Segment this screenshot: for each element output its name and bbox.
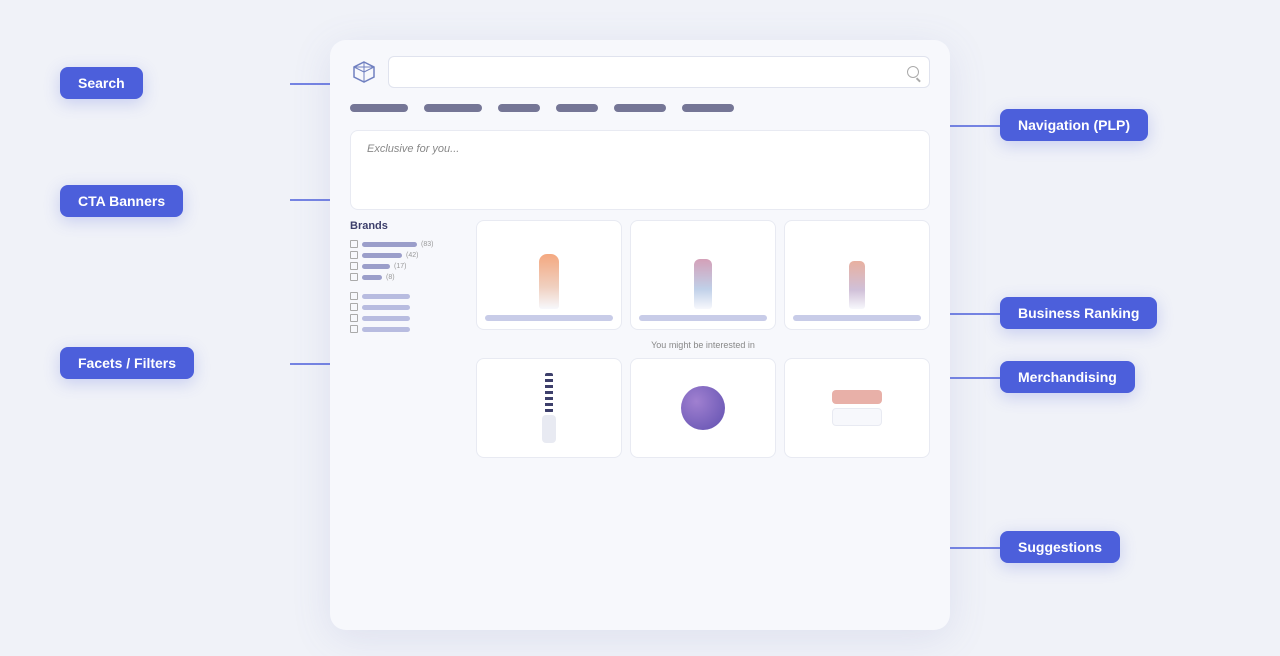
merchandising-badge: Merchandising [1000, 361, 1135, 393]
palette-shape [832, 390, 882, 426]
suggestions-label: You might be interested in [476, 340, 930, 350]
filter-count-4: (8) [386, 274, 395, 281]
suggestion-card-3[interactable] [784, 358, 930, 458]
product-card-1[interactable] [476, 220, 622, 330]
brands-title: Brands [350, 220, 460, 232]
filter-checkbox-4[interactable] [350, 273, 358, 281]
filter-checkbox-1[interactable] [350, 240, 358, 248]
filter-divider [350, 284, 460, 292]
content-area: Brands (83) (42) (17) [330, 220, 950, 458]
cube-icon [350, 58, 378, 86]
filter-bar-8 [362, 327, 410, 332]
filter-bar-5 [362, 294, 410, 299]
cta-banner: Exclusive for you... [350, 130, 930, 210]
circle-product-shape [681, 386, 725, 430]
filter-item-7[interactable] [350, 314, 460, 322]
search-loupe-icon [907, 66, 919, 78]
mockup-search-bar [330, 40, 950, 96]
main-wrapper: Exclusive for you... Brands (83) (42) [0, 0, 1280, 656]
suggestions-badge: Suggestions [1000, 531, 1120, 563]
filter-count-1: (83) [421, 241, 433, 248]
filter-bar-7 [362, 316, 410, 321]
filter-bar-6 [362, 305, 410, 310]
product-bar-3 [793, 315, 921, 321]
product-shape-3 [849, 261, 865, 309]
nav-item-6[interactable] [682, 104, 734, 112]
filter-item-6[interactable] [350, 303, 460, 311]
search-input-bar[interactable] [388, 56, 930, 88]
filter-item-5[interactable] [350, 292, 460, 300]
filter-bar-1 [362, 242, 417, 247]
product-bar-1 [485, 315, 613, 321]
filter-bar-2 [362, 253, 402, 258]
filter-checkbox-8[interactable] [350, 325, 358, 333]
navigation-badge: Navigation (PLP) [1000, 109, 1148, 141]
filter-checkbox-6[interactable] [350, 303, 358, 311]
suggestion-card-2[interactable] [630, 358, 776, 458]
cta-banners-badge: CTA Banners [60, 185, 183, 217]
nav-item-5[interactable] [614, 104, 666, 112]
filter-bar-4 [362, 275, 382, 280]
products-panel: You might be interested in [476, 220, 930, 458]
nav-item-2[interactable] [424, 104, 482, 112]
cta-banner-text: Exclusive for you... [367, 143, 459, 155]
product-card-3[interactable] [784, 220, 930, 330]
search-badge: Search [60, 67, 143, 99]
filter-item-8[interactable] [350, 325, 460, 333]
filter-item-1[interactable]: (83) [350, 240, 460, 248]
facets-filters-badge: Facets / Filters [60, 347, 194, 379]
mascara-brush [545, 373, 553, 413]
suggestions-grid [476, 358, 930, 458]
suggestion-card-1[interactable] [476, 358, 622, 458]
product-bar-2 [639, 315, 767, 321]
filter-checkbox-7[interactable] [350, 314, 358, 322]
palette-top [832, 390, 882, 404]
mascara-shape [542, 373, 556, 443]
product-grid [476, 220, 930, 330]
filter-bar-3 [362, 264, 390, 269]
filters-panel: Brands (83) (42) (17) [350, 220, 460, 458]
mockup-nav [330, 96, 950, 126]
nav-item-1[interactable] [350, 104, 408, 112]
filter-item-4[interactable]: (8) [350, 273, 460, 281]
mockup-card: Exclusive for you... Brands (83) (42) [330, 40, 950, 630]
palette-bottom [832, 408, 882, 426]
filter-count-2: (42) [406, 252, 418, 259]
filter-checkbox-5[interactable] [350, 292, 358, 300]
filter-item-2[interactable]: (42) [350, 251, 460, 259]
filter-count-3: (17) [394, 263, 406, 270]
filter-checkbox-2[interactable] [350, 251, 358, 259]
filter-item-3[interactable]: (17) [350, 262, 460, 270]
business-ranking-badge: Business Ranking [1000, 297, 1157, 329]
nav-item-4[interactable] [556, 104, 598, 112]
mascara-body [542, 415, 556, 443]
filter-checkbox-3[interactable] [350, 262, 358, 270]
nav-item-3[interactable] [498, 104, 540, 112]
product-shape-1 [539, 254, 559, 309]
product-card-2[interactable] [630, 220, 776, 330]
product-shape-2 [694, 259, 712, 309]
